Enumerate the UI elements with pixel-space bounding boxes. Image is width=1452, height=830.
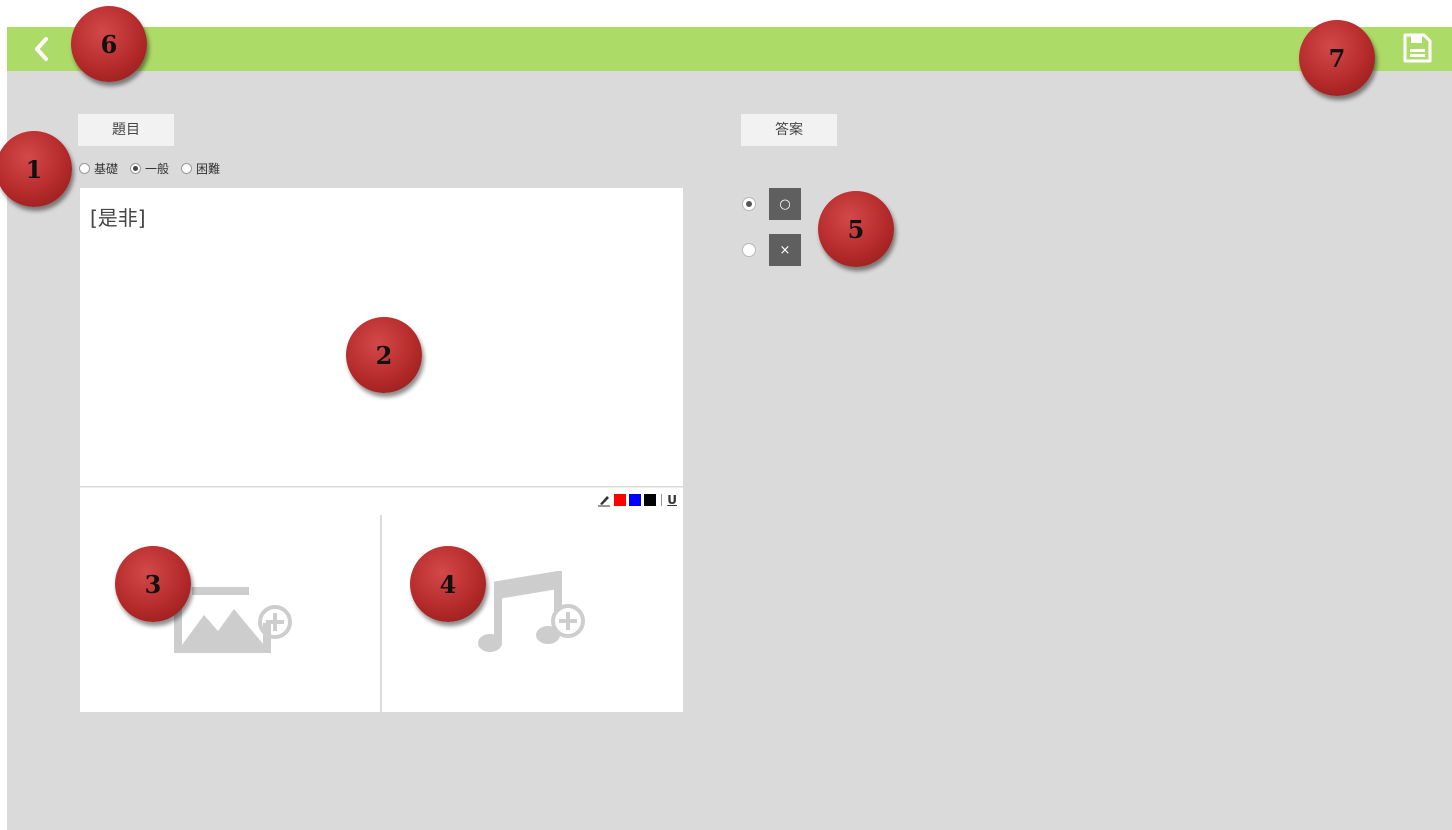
difficulty-option-basic[interactable]: 基礎 (79, 160, 118, 177)
answer-option-true[interactable]: ○ (742, 188, 801, 220)
radio-button[interactable] (742, 243, 756, 257)
difficulty-selector: 基礎 一般 困難 (79, 159, 232, 177)
difficulty-label: 基礎 (94, 161, 119, 176)
underline-button[interactable]: U (667, 493, 677, 507)
question-tab-label: 題目 (78, 114, 174, 146)
callout-marker: 6 (71, 6, 147, 82)
text-format-toolbar: U (80, 487, 683, 515)
answer-true-box[interactable]: ○ (769, 188, 801, 220)
radio-button[interactable] (181, 162, 193, 174)
answer-option-false[interactable]: × (742, 234, 801, 266)
top-bar (7, 27, 1452, 71)
answer-false-box[interactable]: × (769, 234, 801, 266)
answer-tab-label: 答案 (741, 114, 837, 146)
callout-marker: 5 (818, 191, 894, 267)
save-button[interactable] (1401, 32, 1433, 64)
add-image-area[interactable] (80, 515, 380, 712)
callout-marker: 4 (410, 546, 486, 622)
radio-button-selected[interactable] (130, 162, 142, 174)
difficulty-label: 困難 (196, 161, 221, 176)
toolbar-divider (661, 494, 663, 506)
pencil-icon[interactable] (597, 493, 611, 507)
callout-marker: 3 (115, 546, 191, 622)
callout-marker: 2 (346, 317, 422, 393)
back-button[interactable] (27, 34, 57, 64)
add-audio-icon (478, 571, 585, 652)
difficulty-option-normal[interactable]: 一般 (130, 160, 169, 177)
floppy-disk-icon (1403, 33, 1432, 63)
radio-button[interactable] (79, 162, 90, 174)
difficulty-label: 一般 (145, 161, 170, 176)
app-screen: 題目 基礎 一般 困難 [是非] U 答案 ○ × (7, 27, 1452, 830)
color-swatch-red[interactable] (614, 494, 627, 506)
question-text[interactable]: [是非] (90, 202, 146, 231)
chevron-left-icon (35, 37, 48, 61)
radio-button-selected[interactable] (742, 197, 756, 211)
color-swatch-black[interactable] (644, 494, 657, 506)
color-swatch-blue[interactable] (629, 494, 642, 506)
difficulty-option-hard[interactable]: 困難 (181, 160, 220, 177)
callout-marker: 7 (1299, 20, 1375, 96)
